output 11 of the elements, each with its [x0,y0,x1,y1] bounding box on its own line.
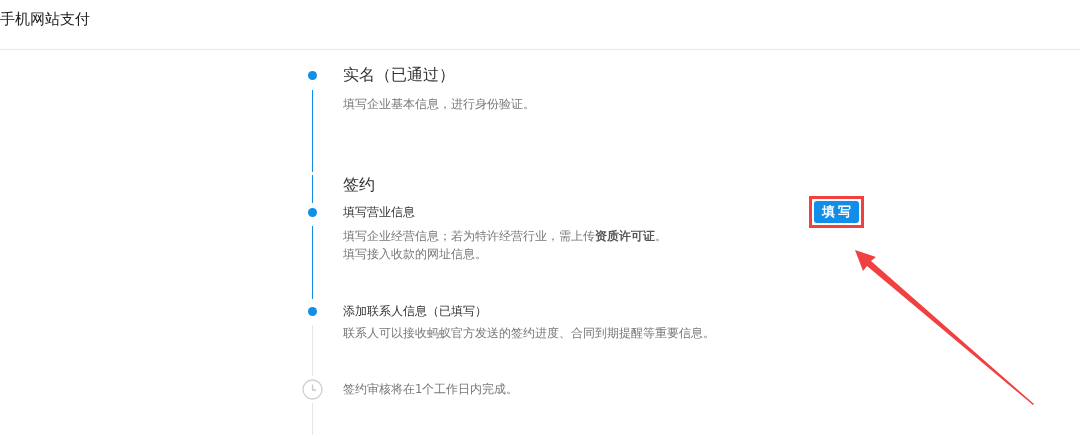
step-description: 联系人可以接收蚂蚁官方发送的签约进度、合同到期提醒等重要信息。 [343,325,716,342]
step-title: 实名（已通过） [343,65,455,85]
page-title: 手机网站支付 [0,9,90,29]
fill-in-button[interactable]: 填写 [814,201,859,223]
step-description: 填写企业基本信息，进行身份验证。 [343,96,536,113]
step-note: 签约审核将在1个工作日内完成。 [343,381,520,398]
step-description: 填写接入收款的网址信息。 [343,246,488,263]
step-title: 添加联系人信息（已填写） [343,303,487,320]
section-title: 签约 [343,175,375,195]
step-description: 填写企业经营信息；若为特许经营行业，需上传资质许可证。 [343,228,668,245]
step-title: 填写营业信息 [343,204,415,221]
